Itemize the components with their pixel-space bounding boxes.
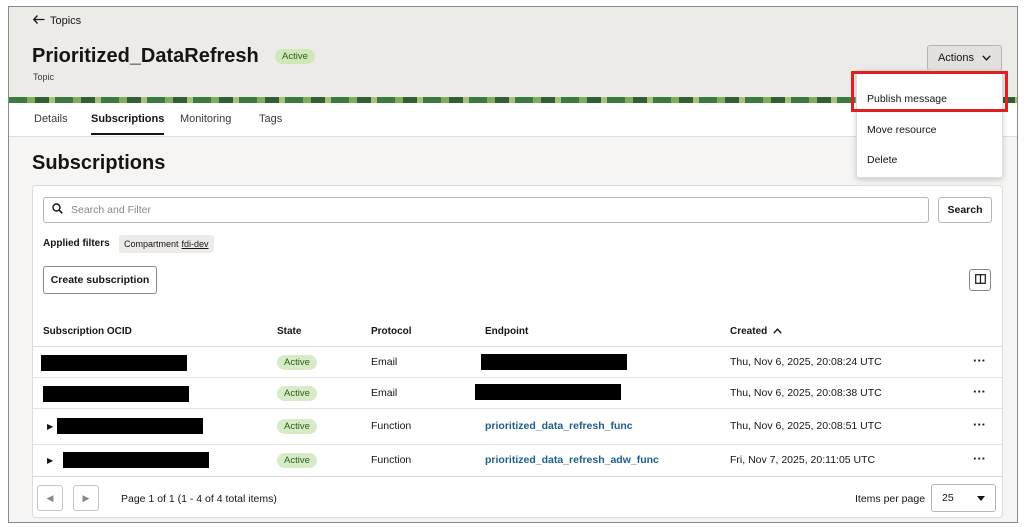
column-settings-button[interactable] — [969, 269, 991, 291]
redacted-endpoint — [481, 354, 627, 370]
protocol-cell: Email — [371, 387, 398, 399]
created-cell: Thu, Nov 6, 2025, 20:08:38 UTC — [730, 387, 882, 399]
filter-chip-name: Compartment — [124, 239, 179, 249]
search-box[interactable] — [43, 197, 929, 223]
back-link-label: Topics — [50, 15, 82, 27]
column-header-protocol: Protocol — [371, 326, 412, 337]
created-cell: Fri, Nov 7, 2025, 20:11:05 UTC — [730, 454, 876, 466]
tab-tags[interactable]: Tags — [259, 113, 282, 125]
state-badge: Active — [277, 419, 317, 434]
table-row[interactable]: ▶ Active Function prioritized_data_refre… — [33, 409, 1002, 445]
chevron-right-icon: ▶ — [82, 492, 90, 503]
status-badge: Active — [275, 49, 315, 64]
state-badge: Active — [277, 386, 317, 401]
protocol-cell: Email — [371, 356, 398, 368]
table-row[interactable]: ▶ Active Function prioritized_data_refre… — [33, 445, 1002, 476]
search-icon — [52, 201, 63, 219]
endpoint-link[interactable]: prioritized_data_refresh_func — [485, 420, 633, 432]
table-row[interactable]: Active Email Thu, Nov 6, 2025, 20:08:24 … — [33, 347, 1002, 378]
sort-ascending-icon — [773, 326, 782, 337]
filter-chip[interactable]: Compartment fdi-dev — [119, 235, 214, 253]
created-cell: Thu, Nov 6, 2025, 20:08:24 UTC — [730, 356, 882, 368]
arrow-left-icon — [32, 15, 45, 27]
caret-down-icon — [977, 492, 985, 504]
protocol-cell: Function — [371, 420, 412, 432]
expand-row-icon[interactable]: ▶ — [47, 422, 53, 431]
search-input[interactable] — [71, 204, 871, 216]
row-actions-icon[interactable]: ··· — [973, 384, 986, 399]
tab-monitoring[interactable]: Monitoring — [180, 113, 231, 125]
tab-details[interactable]: Details — [34, 113, 68, 125]
columns-icon — [974, 271, 986, 289]
created-cell: Thu, Nov 6, 2025, 20:08:51 UTC — [730, 420, 882, 432]
subscriptions-panel: Search Applied filters Compartment fdi-d… — [32, 185, 1003, 518]
column-header-created[interactable]: Created — [730, 326, 782, 337]
tab-subscriptions[interactable]: Subscriptions — [91, 113, 165, 135]
state-badge: Active — [277, 453, 317, 468]
create-subscription-button[interactable]: Create subscription — [43, 266, 157, 294]
page-size-select[interactable]: 25 — [931, 484, 996, 512]
row-actions-icon[interactable]: ··· — [973, 451, 986, 466]
table-row[interactable]: Active Email Thu, Nov 6, 2025, 20:08:38 … — [33, 378, 1002, 409]
menu-item-delete[interactable]: Delete — [867, 154, 897, 166]
items-per-page-label: Items per page — [855, 493, 926, 505]
filter-chip-value[interactable]: fdi-dev — [182, 239, 209, 249]
row-actions-icon[interactable]: ··· — [973, 417, 986, 432]
redacted-ocid — [43, 386, 189, 402]
column-header-created-label: Created — [730, 326, 768, 337]
back-link[interactable]: Topics — [32, 15, 82, 27]
previous-page-button[interactable]: ◀ — [37, 485, 63, 511]
chevron-left-icon: ◀ — [46, 492, 54, 503]
page-title: Prioritized_DataRefresh — [32, 45, 259, 67]
pagination-divider — [33, 476, 1002, 477]
highlight-box — [851, 71, 1008, 112]
actions-button[interactable]: Actions — [927, 45, 1002, 71]
page-info: Page 1 of 1 (1 - 4 of 4 total items) — [121, 493, 277, 505]
applied-filters-label: Applied filters — [43, 238, 110, 249]
expand-row-icon[interactable]: ▶ — [47, 456, 53, 465]
redacted-ocid — [63, 452, 209, 468]
redacted-ocid — [57, 418, 203, 434]
redacted-ocid — [41, 355, 187, 371]
menu-item-move-resource[interactable]: Move resource — [867, 124, 936, 136]
redacted-endpoint — [475, 384, 621, 400]
actions-label: Actions — [937, 52, 975, 64]
next-page-button[interactable]: ▶ — [73, 485, 99, 511]
resource-type-label: Topic — [33, 72, 55, 82]
console-frame: Topics Prioritized_DataRefresh Active To… — [8, 6, 1018, 523]
column-header-ocid: Subscription OCID — [43, 326, 132, 337]
protocol-cell: Function — [371, 454, 412, 466]
section-title: Subscriptions — [32, 152, 166, 174]
state-badge: Active — [277, 355, 317, 370]
endpoint-link[interactable]: prioritized_data_refresh_adw_func — [485, 454, 659, 466]
row-actions-icon[interactable]: ··· — [973, 353, 986, 368]
page-size-value: 25 — [942, 492, 954, 504]
column-header-endpoint: Endpoint — [485, 326, 529, 337]
column-header-state: State — [277, 326, 302, 337]
search-button[interactable]: Search — [938, 197, 992, 223]
chevron-down-icon — [982, 52, 991, 64]
